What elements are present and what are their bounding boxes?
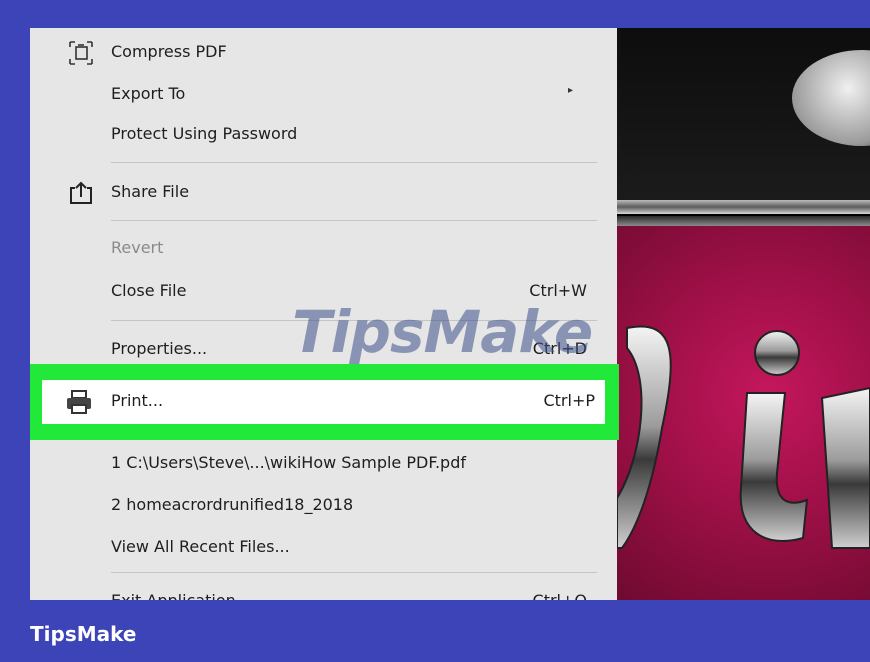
menu-item-recent-file-2[interactable]: 2 homeacrordrunified18_2018 bbox=[30, 486, 617, 526]
printer-icon bbox=[64, 388, 94, 416]
share-file-label: Share File bbox=[111, 182, 190, 201]
document-preview bbox=[617, 28, 870, 600]
recent-file-1-label: 1 C:\Users\Steve\...\wikiHow Sample PDF.… bbox=[111, 453, 466, 472]
menu-separator bbox=[111, 220, 597, 221]
brand-label: TipsMake bbox=[30, 622, 137, 646]
menu-item-revert: Revert bbox=[30, 229, 617, 269]
menu-item-recent-file-1[interactable]: 1 C:\Users\Steve\...\wikiHow Sample PDF.… bbox=[30, 444, 617, 484]
exit-application-label: Exit Application bbox=[111, 591, 236, 600]
file-menu: Compress PDF Export To ▸ Protect Using P… bbox=[30, 28, 619, 600]
export-to-label: Export To bbox=[111, 84, 186, 103]
screenshot-frame: Compress PDF Export To ▸ Protect Using P… bbox=[30, 28, 870, 600]
recent-file-2-label: 2 homeacrordrunified18_2018 bbox=[111, 495, 354, 514]
share-icon bbox=[66, 179, 96, 207]
menu-item-export-to[interactable]: Export To ▸ bbox=[30, 75, 617, 115]
exit-shortcut: Ctrl+Q bbox=[533, 591, 587, 600]
menu-item-protect-password[interactable]: Protect Using Password bbox=[30, 115, 617, 155]
watermark-logo: TipsMake bbox=[292, 298, 593, 366]
compress-pdf-label: Compress PDF bbox=[111, 42, 227, 61]
revert-label: Revert bbox=[111, 238, 164, 257]
close-file-label: Close File bbox=[111, 281, 187, 300]
protect-password-label: Protect Using Password bbox=[111, 124, 298, 143]
menu-item-print[interactable]: Print... Ctrl+P bbox=[42, 380, 605, 424]
compress-icon bbox=[66, 39, 96, 67]
properties-label: Properties... bbox=[111, 339, 208, 358]
submenu-arrow-icon: ▸ bbox=[567, 85, 573, 96]
menu-item-share-file[interactable]: Share File bbox=[30, 173, 617, 213]
preview-chrome-lettering bbox=[617, 325, 870, 549]
print-label: Print... bbox=[111, 391, 164, 410]
menu-item-compress-pdf[interactable]: Compress PDF bbox=[30, 33, 617, 73]
print-shortcut: Ctrl+P bbox=[543, 391, 595, 410]
view-all-recent-label: View All Recent Files... bbox=[111, 537, 290, 556]
menu-separator bbox=[111, 572, 597, 573]
menu-separator bbox=[111, 162, 597, 163]
menu-item-exit-application[interactable]: Exit Application Ctrl+Q bbox=[30, 582, 617, 600]
menu-item-view-all-recent[interactable]: View All Recent Files... bbox=[30, 528, 617, 568]
